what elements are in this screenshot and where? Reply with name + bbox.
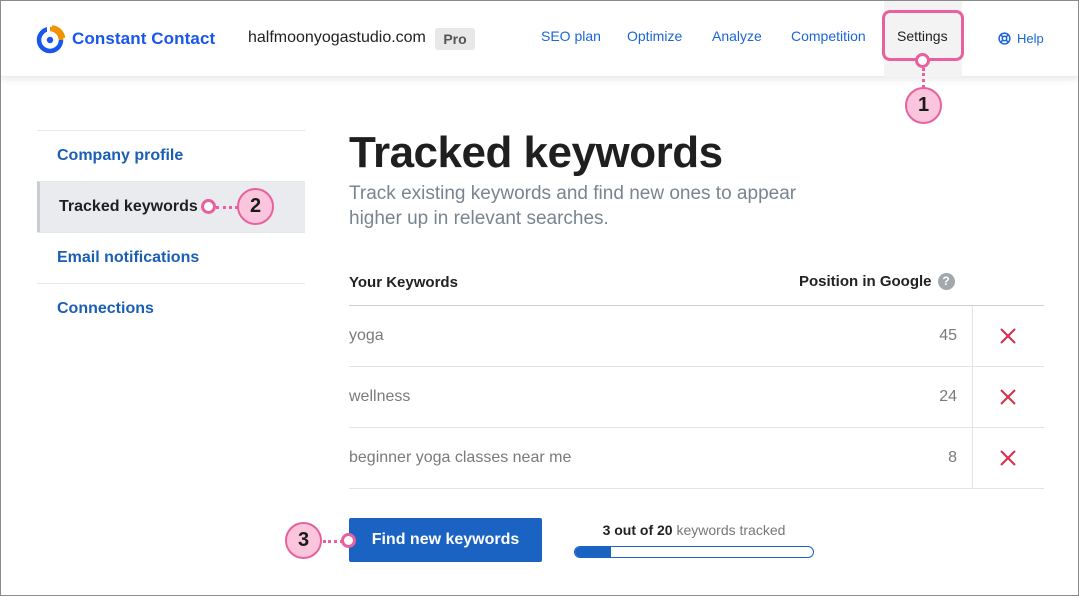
table-header: Your Keywords Position in Google ? bbox=[349, 263, 1044, 306]
sidebar-item-label: Tracked keywords bbox=[59, 198, 198, 215]
position-cell: 8 bbox=[948, 449, 957, 466]
keywords-table: Your Keywords Position in Google ? yoga … bbox=[349, 263, 1044, 489]
keywords-tracked-suffix: keywords tracked bbox=[672, 522, 786, 538]
sidebar-item-connections[interactable]: Connections bbox=[37, 283, 305, 334]
table-row: yoga 45 bbox=[349, 306, 1044, 367]
constant-contact-logo-icon bbox=[36, 25, 66, 54]
help-label: Help bbox=[1017, 31, 1044, 46]
callout-1-line bbox=[922, 68, 925, 88]
cell-divider bbox=[972, 428, 973, 488]
keywords-progress-fill bbox=[575, 547, 611, 557]
lifebuoy-icon bbox=[998, 32, 1011, 45]
page-title: Tracked keywords bbox=[349, 128, 723, 177]
table-row: beginner yoga classes near me 8 bbox=[349, 428, 1044, 489]
callout-2-badge: 2 bbox=[237, 188, 274, 225]
cell-divider bbox=[972, 306, 973, 366]
sidebar-item-label: Connections bbox=[57, 300, 154, 317]
callout-2-line bbox=[216, 206, 238, 209]
callout-2-dot bbox=[201, 199, 216, 214]
sidebar-item-company-profile[interactable]: Company profile bbox=[37, 130, 305, 181]
callout-3-dot bbox=[341, 533, 356, 548]
sidebar-item-label: Company profile bbox=[57, 147, 184, 164]
app-frame: Constant Contact halfmoonyogastudio.com … bbox=[0, 0, 1079, 596]
column-header-position-label: Position in Google bbox=[799, 273, 932, 290]
column-header-keywords: Your Keywords bbox=[349, 274, 458, 291]
page-subtitle: Track existing keywords and find new one… bbox=[349, 183, 797, 229]
delete-x-icon[interactable] bbox=[999, 327, 1017, 345]
callout-3-line bbox=[323, 540, 343, 543]
position-cell: 45 bbox=[939, 327, 957, 344]
site-domain: halfmoonyogastudio.com bbox=[248, 29, 426, 46]
keywords-progress-bar bbox=[574, 546, 814, 558]
help-link[interactable]: Help bbox=[998, 31, 1044, 46]
keyword-cell: yoga bbox=[349, 327, 384, 344]
column-header-position: Position in Google ? bbox=[799, 273, 955, 290]
nav-analyze[interactable]: Analyze bbox=[712, 28, 762, 44]
sidebar-item-email-notifications[interactable]: Email notifications bbox=[37, 232, 305, 283]
delete-x-icon[interactable] bbox=[999, 388, 1017, 406]
cell-divider bbox=[972, 367, 973, 427]
plan-badge: Pro bbox=[435, 28, 475, 50]
sidebar-item-label: Email notifications bbox=[57, 249, 200, 266]
brand-logo[interactable]: Constant Contact bbox=[36, 23, 215, 55]
nav-competition[interactable]: Competition bbox=[791, 28, 866, 44]
callout-3-badge: 3 bbox=[285, 522, 322, 559]
keyword-cell: wellness bbox=[349, 388, 411, 405]
brand-name: Constant Contact bbox=[72, 29, 216, 48]
keyword-cell: beginner yoga classes near me bbox=[349, 449, 572, 466]
nav-optimize[interactable]: Optimize bbox=[627, 28, 682, 44]
keywords-tracked-count: 3 out of 20 bbox=[602, 522, 673, 538]
callout-1-badge: 1 bbox=[905, 87, 942, 124]
nav-seo-plan[interactable]: SEO plan bbox=[541, 28, 601, 44]
settings-sidebar: Company profile Tracked keywords Email n… bbox=[37, 130, 305, 334]
delete-x-icon[interactable] bbox=[999, 449, 1017, 467]
question-icon[interactable]: ? bbox=[937, 273, 955, 290]
table-row: wellness 24 bbox=[349, 367, 1044, 428]
find-new-keywords-button[interactable]: Find new keywords bbox=[349, 518, 542, 562]
position-cell: 24 bbox=[939, 388, 957, 405]
callout-1-dot bbox=[915, 53, 930, 68]
keywords-tracked-label: 3 out of 20 keywords tracked bbox=[574, 522, 814, 538]
